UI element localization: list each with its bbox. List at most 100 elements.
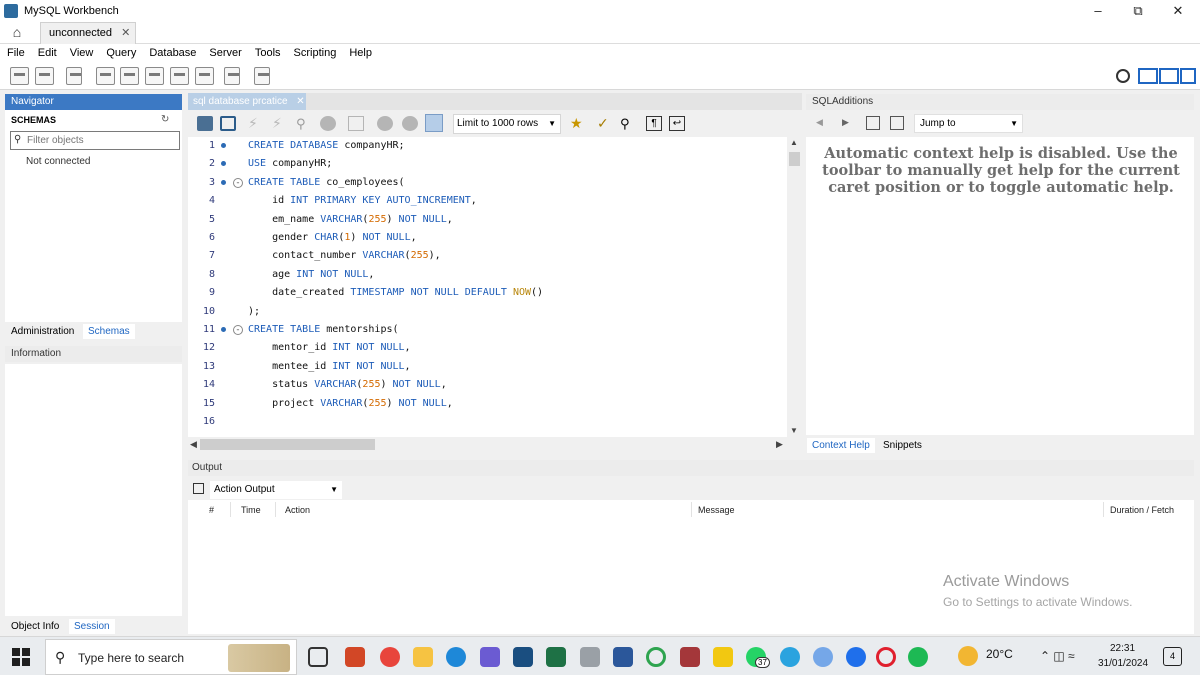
auto-help-icon[interactable] (890, 116, 904, 130)
editor-line[interactable]: 6 gender CHAR(1) NOT NULL, (188, 229, 788, 247)
database-icon[interactable] (580, 647, 600, 667)
create-table-icon[interactable] (120, 67, 139, 85)
menu-query[interactable]: Query (99, 44, 142, 62)
find-icon[interactable]: ⚲ (620, 116, 636, 131)
tab-sql-editor[interactable]: sql database prcatice ✕ (188, 93, 306, 110)
access-icon[interactable] (680, 647, 700, 667)
tab-unconnected[interactable]: unconnected ✕ (40, 22, 136, 44)
task-view-icon[interactable] (308, 647, 328, 667)
scroll-up-icon[interactable]: ▲ (790, 138, 798, 147)
toggle-secondary-sidebar-icon[interactable] (1180, 68, 1196, 84)
word-icon[interactable] (613, 647, 633, 667)
create-function-icon[interactable] (195, 67, 214, 85)
menu-scripting[interactable]: Scripting (287, 44, 343, 62)
jump-to-select[interactable]: Jump to ▼ (914, 114, 1023, 133)
filter-objects-input[interactable] (27, 133, 177, 148)
editor-line[interactable]: 4 id INT PRIMARY KEY AUTO_INCREMENT, (188, 192, 788, 210)
toggle-continue-icon[interactable] (348, 116, 364, 131)
weather-icon[interactable] (958, 646, 978, 666)
rollback-icon[interactable] (402, 116, 418, 131)
menu-help[interactable]: Help (342, 44, 378, 62)
tab-close-icon[interactable]: ✕ (121, 27, 130, 39)
windows-start-icon[interactable] (12, 648, 30, 666)
tab-session[interactable]: Session (69, 619, 115, 634)
create-view-icon[interactable] (145, 67, 164, 85)
editor-line[interactable]: 14 status VARCHAR(255) NOT NULL, (188, 376, 788, 394)
refresh-schemas-icon[interactable]: ↻ (161, 114, 169, 125)
editor-tab-close-icon[interactable]: ✕ (296, 96, 304, 107)
settings-gear-icon[interactable] (1116, 69, 1130, 83)
editor-horizontal-scroll-thumb[interactable] (200, 439, 375, 450)
invisible-chars-icon[interactable]: ¶ (646, 116, 662, 131)
autocommit-icon[interactable] (425, 114, 443, 132)
editor-line[interactable]: 5 em_name VARCHAR(255) NOT NULL, (188, 211, 788, 229)
menu-database[interactable]: Database (142, 44, 202, 62)
create-schema-icon[interactable] (96, 67, 115, 85)
weather-temperature[interactable]: 20°C (986, 647, 1013, 661)
taskbar-search-box[interactable]: ⚲ Type here to search (45, 639, 297, 675)
minimize-button[interactable]: – (1078, 0, 1118, 22)
tab-administration[interactable]: Administration (6, 324, 79, 339)
editor-line[interactable]: 16 (188, 413, 788, 431)
editor-line[interactable]: 7 contact_number VARCHAR(255), (188, 247, 788, 265)
copilot-icon[interactable] (480, 647, 500, 667)
tab-context-help[interactable]: Context Help (807, 438, 875, 453)
home-icon[interactable]: ⌂ (8, 24, 26, 41)
file-explorer-icon[interactable] (413, 647, 433, 667)
tab-schemas[interactable]: Schemas (83, 324, 135, 339)
powerpoint-icon[interactable] (345, 647, 365, 667)
chrome-icon[interactable] (380, 647, 400, 667)
menu-tools[interactable]: Tools (248, 44, 287, 62)
menu-edit[interactable]: Edit (31, 44, 63, 62)
reconnect-icon[interactable] (254, 67, 270, 85)
editor-line[interactable]: 3 - CREATE TABLE co_employees( (188, 174, 788, 192)
editor-vertical-scroll-thumb[interactable] (789, 152, 800, 166)
stop-icon[interactable] (320, 116, 336, 131)
search-table-data-icon[interactable] (224, 67, 240, 85)
editor-line[interactable]: 9 date_created TIMESTAMP NOT NULL DEFAUL… (188, 284, 788, 302)
menu-server[interactable]: Server (202, 44, 247, 62)
create-procedure-icon[interactable] (170, 67, 189, 85)
limit-rows-select[interactable]: Limit to 1000 rows ▼ (453, 114, 561, 134)
word-wrap-icon[interactable]: ↩ (669, 116, 685, 131)
sync-app-icon[interactable] (646, 647, 666, 667)
editor-line[interactable]: 2 USE companyHR; (188, 155, 788, 173)
notification-center-icon[interactable]: 4 (1163, 647, 1182, 666)
telegram-icon[interactable] (780, 647, 800, 667)
editor-line[interactable]: 8 age INT NOT NULL, (188, 266, 788, 284)
scroll-right-icon[interactable]: ▶ (776, 439, 783, 450)
editor-vertical-scrollbar[interactable] (787, 137, 802, 437)
fold-toggle-icon[interactable]: - (233, 177, 243, 188)
edge-icon[interactable] (446, 647, 466, 667)
power-bi-icon[interactable] (713, 647, 733, 667)
scroll-down-icon[interactable]: ▼ (790, 426, 798, 435)
execute-icon[interactable]: ⚡ (248, 116, 264, 131)
add-snippet-star-icon[interactable]: ★ (570, 116, 586, 131)
forward-icon[interactable]: ▶ (842, 117, 849, 128)
tab-object-info[interactable]: Object Info (6, 619, 64, 634)
fold-toggle-icon[interactable]: - (233, 325, 243, 335)
beautify-icon[interactable]: ✓ (597, 116, 613, 131)
manual-help-icon[interactable] (866, 116, 880, 130)
commit-icon[interactable] (377, 116, 393, 131)
menu-file[interactable]: File (0, 44, 31, 62)
clock-date[interactable]: 31/01/2024 (1098, 658, 1148, 669)
inspector-icon[interactable] (66, 67, 82, 85)
back-icon[interactable]: ◀ (816, 117, 823, 128)
excel-icon[interactable] (546, 647, 566, 667)
new-sql-tab-icon[interactable] (10, 67, 29, 85)
editor-line[interactable]: 12 mentor_id INT NOT NULL, (188, 339, 788, 357)
maximize-button[interactable]: ⧉ (1118, 0, 1158, 22)
tab-snippets[interactable]: Snippets (878, 438, 927, 453)
spotify-icon[interactable] (908, 647, 928, 667)
s-app-icon[interactable] (846, 647, 866, 667)
menu-view[interactable]: View (63, 44, 100, 62)
editor-line[interactable]: 1 CREATE DATABASE companyHR; (188, 137, 788, 155)
open-file-icon[interactable] (197, 116, 213, 131)
sql-editor[interactable]: 1 CREATE DATABASE companyHR; 2 USE companyH… (188, 137, 802, 437)
copy-output-icon[interactable] (193, 483, 204, 494)
explain-icon[interactable]: ⚲ (296, 116, 312, 131)
mysql-workbench-taskbar-icon[interactable] (513, 647, 533, 667)
clock-time[interactable]: 22:31 (1110, 643, 1135, 654)
opera-icon[interactable] (876, 647, 896, 667)
